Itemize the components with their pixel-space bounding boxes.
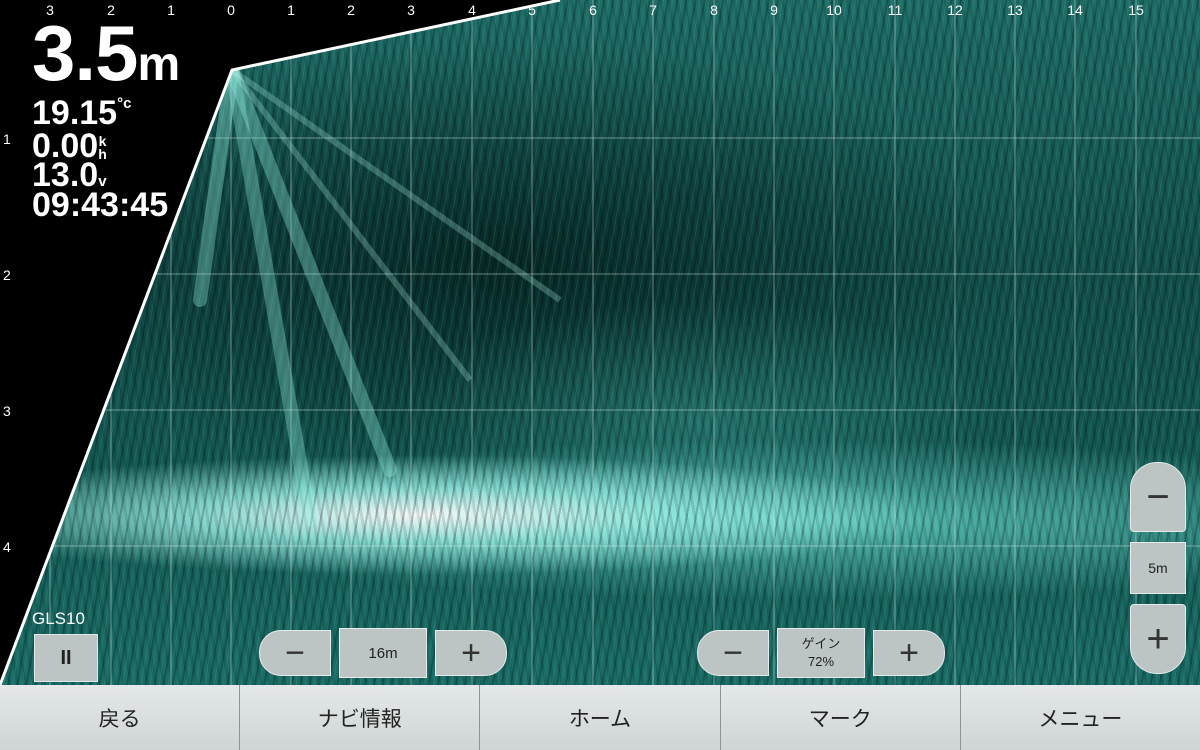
x-tick-label: 6 (589, 2, 597, 18)
x-tick-label: 4 (468, 2, 476, 18)
y-tick-label: 3 (3, 403, 11, 419)
gain-control: − ゲイン 72% + (697, 628, 945, 678)
y-tick-label: 1 (3, 131, 11, 147)
range-control: − 16m + (259, 628, 507, 678)
x-tick-label: 12 (947, 2, 963, 18)
depth-value: 3.5 (32, 9, 138, 97)
gain-value: 72% (807, 654, 835, 669)
x-tick-label: 8 (710, 2, 718, 18)
water-temp-readout: 19.15°c (32, 96, 131, 130)
y-tick-label: 2 (3, 267, 11, 283)
sonar-screen: 3 2 1 0 1 2 3 4 5 6 7 8 9 10 11 12 13 14… (0, 0, 1200, 750)
bottom-nav-bar: 戻る ナビ情報 ホーム マーク メニュー (0, 685, 1200, 750)
gain-value-box[interactable]: ゲイン 72% (777, 628, 865, 678)
x-tick-label: 7 (649, 2, 657, 18)
y-tick-label: 4 (3, 539, 11, 555)
x-tick-label: 11 (887, 2, 903, 18)
x-tick-label: 9 (770, 2, 778, 18)
sonar-display[interactable]: 3 2 1 0 1 2 3 4 5 6 7 8 9 10 11 12 13 14… (0, 0, 1200, 685)
back-button[interactable]: 戻る (0, 685, 241, 750)
gain-decrease-button[interactable]: − (697, 630, 769, 676)
zoom-out-button[interactable]: − (1130, 462, 1186, 532)
depth-unit: m (137, 38, 180, 91)
pause-button[interactable]: II (34, 634, 98, 682)
x-tick-label: 10 (826, 2, 842, 18)
gain-label: ゲイン (801, 636, 841, 651)
transducer-source-label: GLS10 (32, 609, 85, 628)
home-button[interactable]: ホーム (480, 685, 721, 750)
zoom-level-value[interactable]: 5m (1130, 542, 1186, 594)
clock-time: 09:43:45 (32, 186, 169, 224)
zoom-control: − 5m + (1130, 462, 1186, 674)
sonar-grid-overlay (0, 0, 1200, 685)
x-tick-label: 2 (347, 2, 355, 18)
range-increase-button[interactable]: + (435, 630, 507, 676)
x-tick-label: 13 (1007, 2, 1023, 18)
range-value[interactable]: 16m (339, 628, 427, 678)
gain-increase-button[interactable]: + (873, 630, 945, 676)
x-tick-label: 14 (1067, 2, 1083, 18)
navi-info-button[interactable]: ナビ情報 (240, 685, 481, 750)
x-tick-label: 5 (528, 2, 536, 18)
menu-button[interactable]: メニュー (960, 685, 1200, 750)
depth-readout: 3.5m (32, 14, 180, 104)
x-tick-label: 0 (227, 2, 235, 18)
x-tick-label: 3 (407, 2, 415, 18)
range-decrease-button[interactable]: − (259, 630, 331, 676)
mark-button[interactable]: マーク (720, 685, 961, 750)
x-tick-label: 1 (287, 2, 295, 18)
zoom-in-button[interactable]: + (1130, 604, 1186, 674)
water-temp-unit: °c (117, 95, 132, 112)
x-tick-label: 15 (1128, 2, 1144, 18)
